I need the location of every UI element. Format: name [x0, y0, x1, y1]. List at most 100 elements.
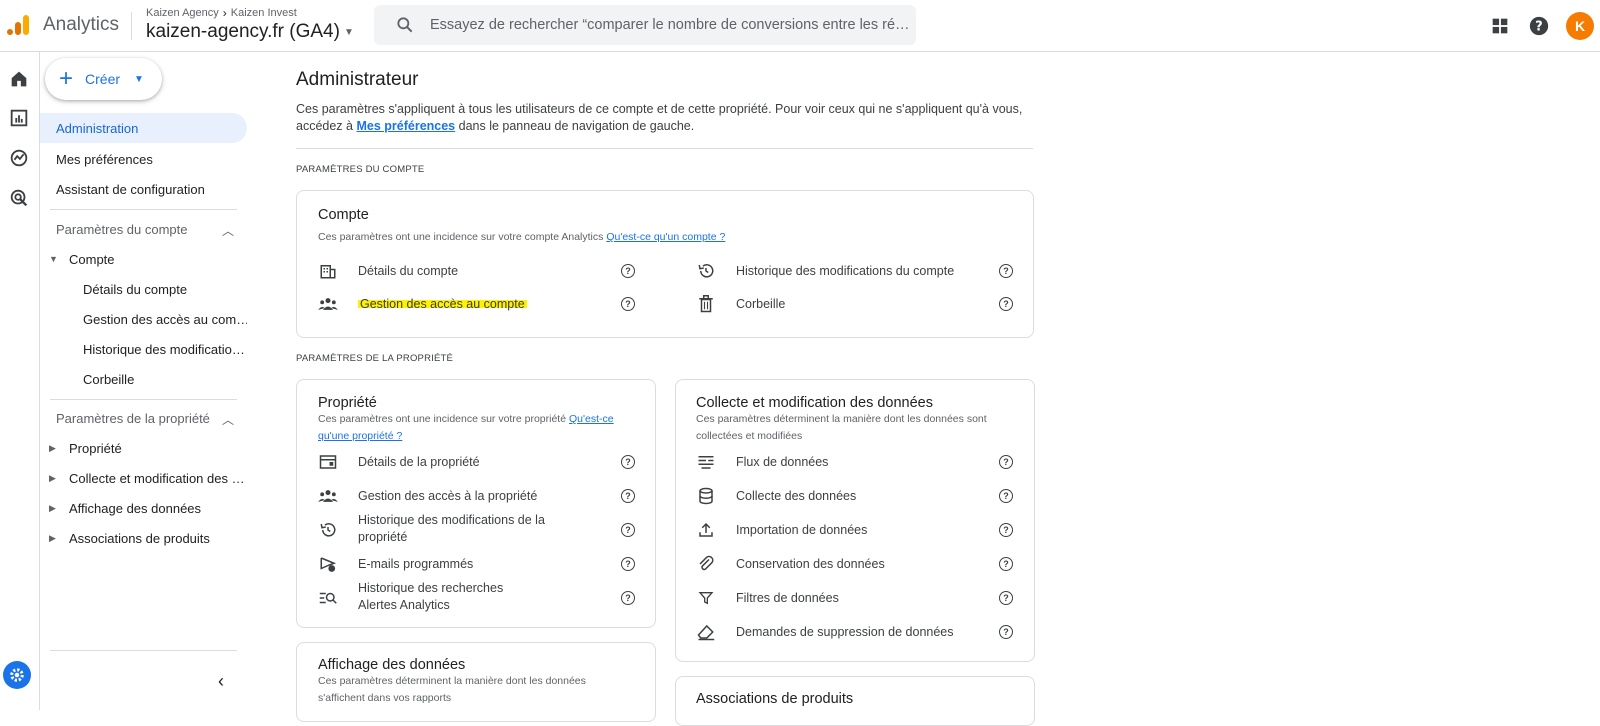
row-label: Importation de données	[736, 522, 868, 537]
card-subtitle: Ces paramètres déterminent la manière do…	[696, 413, 987, 442]
chevron-up-icon[interactable]: ︿	[222, 222, 234, 239]
property-history-row[interactable]: Historique des modifications de la propr…	[318, 513, 618, 544]
help-icon[interactable]: ?	[621, 523, 635, 537]
database-icon	[696, 486, 716, 506]
building-icon	[318, 261, 338, 281]
sidebar-item-setup-assistant[interactable]: Assistant de configuration	[40, 174, 205, 204]
sidebar-item-administration[interactable]: Administration	[40, 113, 247, 143]
row-label: Demandes de suppression de données	[736, 624, 954, 639]
page-description: Ces paramètres s'appliquent à tous les u…	[296, 101, 1036, 135]
sidebar-item-preferences[interactable]: Mes préférences	[40, 144, 153, 174]
sidebar-item-label: Associations de produits	[69, 530, 210, 546]
sidebar-section-label: Paramètres de la propriété	[56, 410, 210, 426]
breadcrumb[interactable]: Kaizen Agency › Kaizen Invest	[146, 6, 297, 20]
row-label: Corbeille	[736, 296, 786, 311]
breadcrumb-account[interactable]: Kaizen Agency	[146, 7, 219, 19]
card-title: Associations de produits	[696, 691, 854, 707]
sidebar-item-account[interactable]: ▼ Compte	[40, 244, 115, 274]
sidebar-section-account[interactable]: Paramètres du compte	[40, 214, 247, 244]
help-icon[interactable]: ?	[1528, 15, 1550, 37]
data-retention-row[interactable]: Conservation des données	[696, 554, 996, 574]
help-icon[interactable]: ?	[999, 625, 1013, 639]
data-collection-card: Collecte et modification des données Ces…	[675, 379, 1035, 662]
row-label: Détails de la propriété	[358, 454, 480, 469]
search-history-row[interactable]: Historique des recherches Alertes Analyt…	[318, 581, 618, 612]
caret-right-icon: ▶	[49, 532, 56, 543]
product-links-card: Associations de produits	[675, 676, 1035, 726]
avatar[interactable]: K	[1566, 12, 1594, 40]
property-access-row[interactable]: Gestion des accès à la propriété	[318, 486, 618, 506]
account-history-row[interactable]: Historique des modifications du compte	[696, 261, 996, 281]
account-access-row[interactable]: Gestion des accès au compte	[318, 294, 648, 314]
sidebar-item-data-display[interactable]: ▶ Affichage des données	[40, 493, 247, 523]
explore-icon[interactable]	[8, 147, 30, 169]
sidebar-item-product-links[interactable]: ▶ Associations de produits	[40, 523, 247, 553]
data-streams-row[interactable]: Flux de données	[696, 452, 996, 472]
help-icon[interactable]: ?	[999, 523, 1013, 537]
home-icon[interactable]	[8, 68, 30, 90]
row-label: E-mails programmés	[358, 556, 474, 571]
preferences-link[interactable]: Mes préférences	[356, 119, 455, 133]
sidebar-item-property[interactable]: ▶ Propriété	[40, 433, 247, 463]
upload-icon	[696, 520, 716, 540]
trash-row[interactable]: Corbeille	[696, 294, 996, 314]
row-label: Gestion des accès à la propriété	[358, 488, 538, 503]
help-icon[interactable]: ?	[621, 557, 635, 571]
reports-icon[interactable]	[8, 107, 30, 129]
search-input[interactable]: Essayez de rechercher “comparer le nombr…	[430, 17, 910, 33]
card-subtitle: Ces paramètres ont une incidence sur vot…	[318, 411, 628, 445]
help-icon[interactable]: ?	[621, 489, 635, 503]
sidebar-item-account-history[interactable]: Historique des modificatio…	[40, 334, 247, 364]
property-card: Propriété Ces paramètres ont une inciden…	[296, 379, 656, 628]
history-icon	[696, 261, 716, 281]
scheduled-email-icon	[318, 554, 338, 574]
help-icon[interactable]: ?	[621, 455, 635, 469]
apps-grid-icon[interactable]	[1489, 15, 1511, 37]
help-icon[interactable]: ?	[999, 591, 1013, 605]
subtitle-text: Ces paramètres ont une incidence sur vot…	[318, 413, 569, 425]
breadcrumb-property[interactable]: Kaizen Invest	[231, 7, 297, 19]
scheduled-emails-row[interactable]: E-mails programmés	[318, 554, 618, 574]
property-details-row[interactable]: Détails de la propriété	[318, 452, 618, 472]
trash-icon	[696, 294, 716, 314]
data-collection-row[interactable]: Collecte des données	[696, 486, 996, 506]
sidebar-item-trash[interactable]: Corbeille	[40, 364, 247, 394]
analytics-logo-icon[interactable]	[6, 13, 30, 37]
sidebar-divider	[50, 399, 237, 400]
row-label: Historique des modifications de la propr…	[358, 513, 545, 544]
property-name: kaizen-agency.fr (GA4)	[146, 21, 340, 42]
card-title: Compte	[318, 207, 369, 223]
sidebar-item-data-collection[interactable]: ▶ Collecte et modification des …	[40, 463, 247, 493]
account-details-row[interactable]: Détails du compte	[318, 261, 648, 281]
help-icon[interactable]: ?	[621, 297, 635, 311]
history-icon	[318, 520, 338, 540]
what-is-account-link[interactable]: Qu'est-ce qu'un compte ?	[606, 231, 725, 243]
left-rail	[0, 52, 40, 710]
advertising-icon[interactable]	[8, 187, 30, 209]
app-name: Analytics	[43, 14, 120, 35]
help-icon[interactable]: ?	[999, 264, 1013, 278]
help-icon[interactable]: ?	[621, 591, 635, 605]
help-icon[interactable]: ?	[621, 264, 635, 278]
help-icon[interactable]: ?	[999, 557, 1013, 571]
sidebar-item-label: Collecte et modification des …	[69, 470, 245, 486]
create-button[interactable]: + Créer ▼	[45, 58, 162, 100]
search-bar[interactable]: Essayez de rechercher “comparer le nombr…	[374, 5, 916, 45]
description-text: dans le panneau de navigation de gauche.	[455, 119, 695, 133]
data-import-row[interactable]: Importation de données	[696, 520, 996, 540]
property-selector[interactable]: kaizen-agency.fr (GA4) ▼	[146, 21, 354, 43]
data-deletion-row[interactable]: Demandes de suppression de données	[696, 622, 996, 642]
data-filters-row[interactable]: Filtres de données	[696, 588, 996, 608]
section-label-property: PARAMÈTRES DE LA PROPRIÉTÉ	[296, 353, 454, 364]
card-title: Affichage des données	[318, 657, 466, 673]
admin-gear-button[interactable]	[3, 661, 31, 689]
caret-down-icon: ▼	[49, 254, 58, 264]
sidebar-section-property[interactable]: Paramètres de la propriété	[40, 403, 247, 433]
sidebar-item-account-access[interactable]: Gestion des accès au com…	[40, 304, 247, 334]
chevron-up-icon[interactable]: ︿	[222, 411, 234, 428]
help-icon[interactable]: ?	[999, 455, 1013, 469]
help-icon[interactable]: ?	[999, 297, 1013, 311]
sidebar-item-account-details[interactable]: Détails du compte	[40, 274, 247, 304]
help-icon[interactable]: ?	[999, 489, 1013, 503]
collapse-sidebar-icon[interactable]: ‹	[218, 671, 224, 692]
